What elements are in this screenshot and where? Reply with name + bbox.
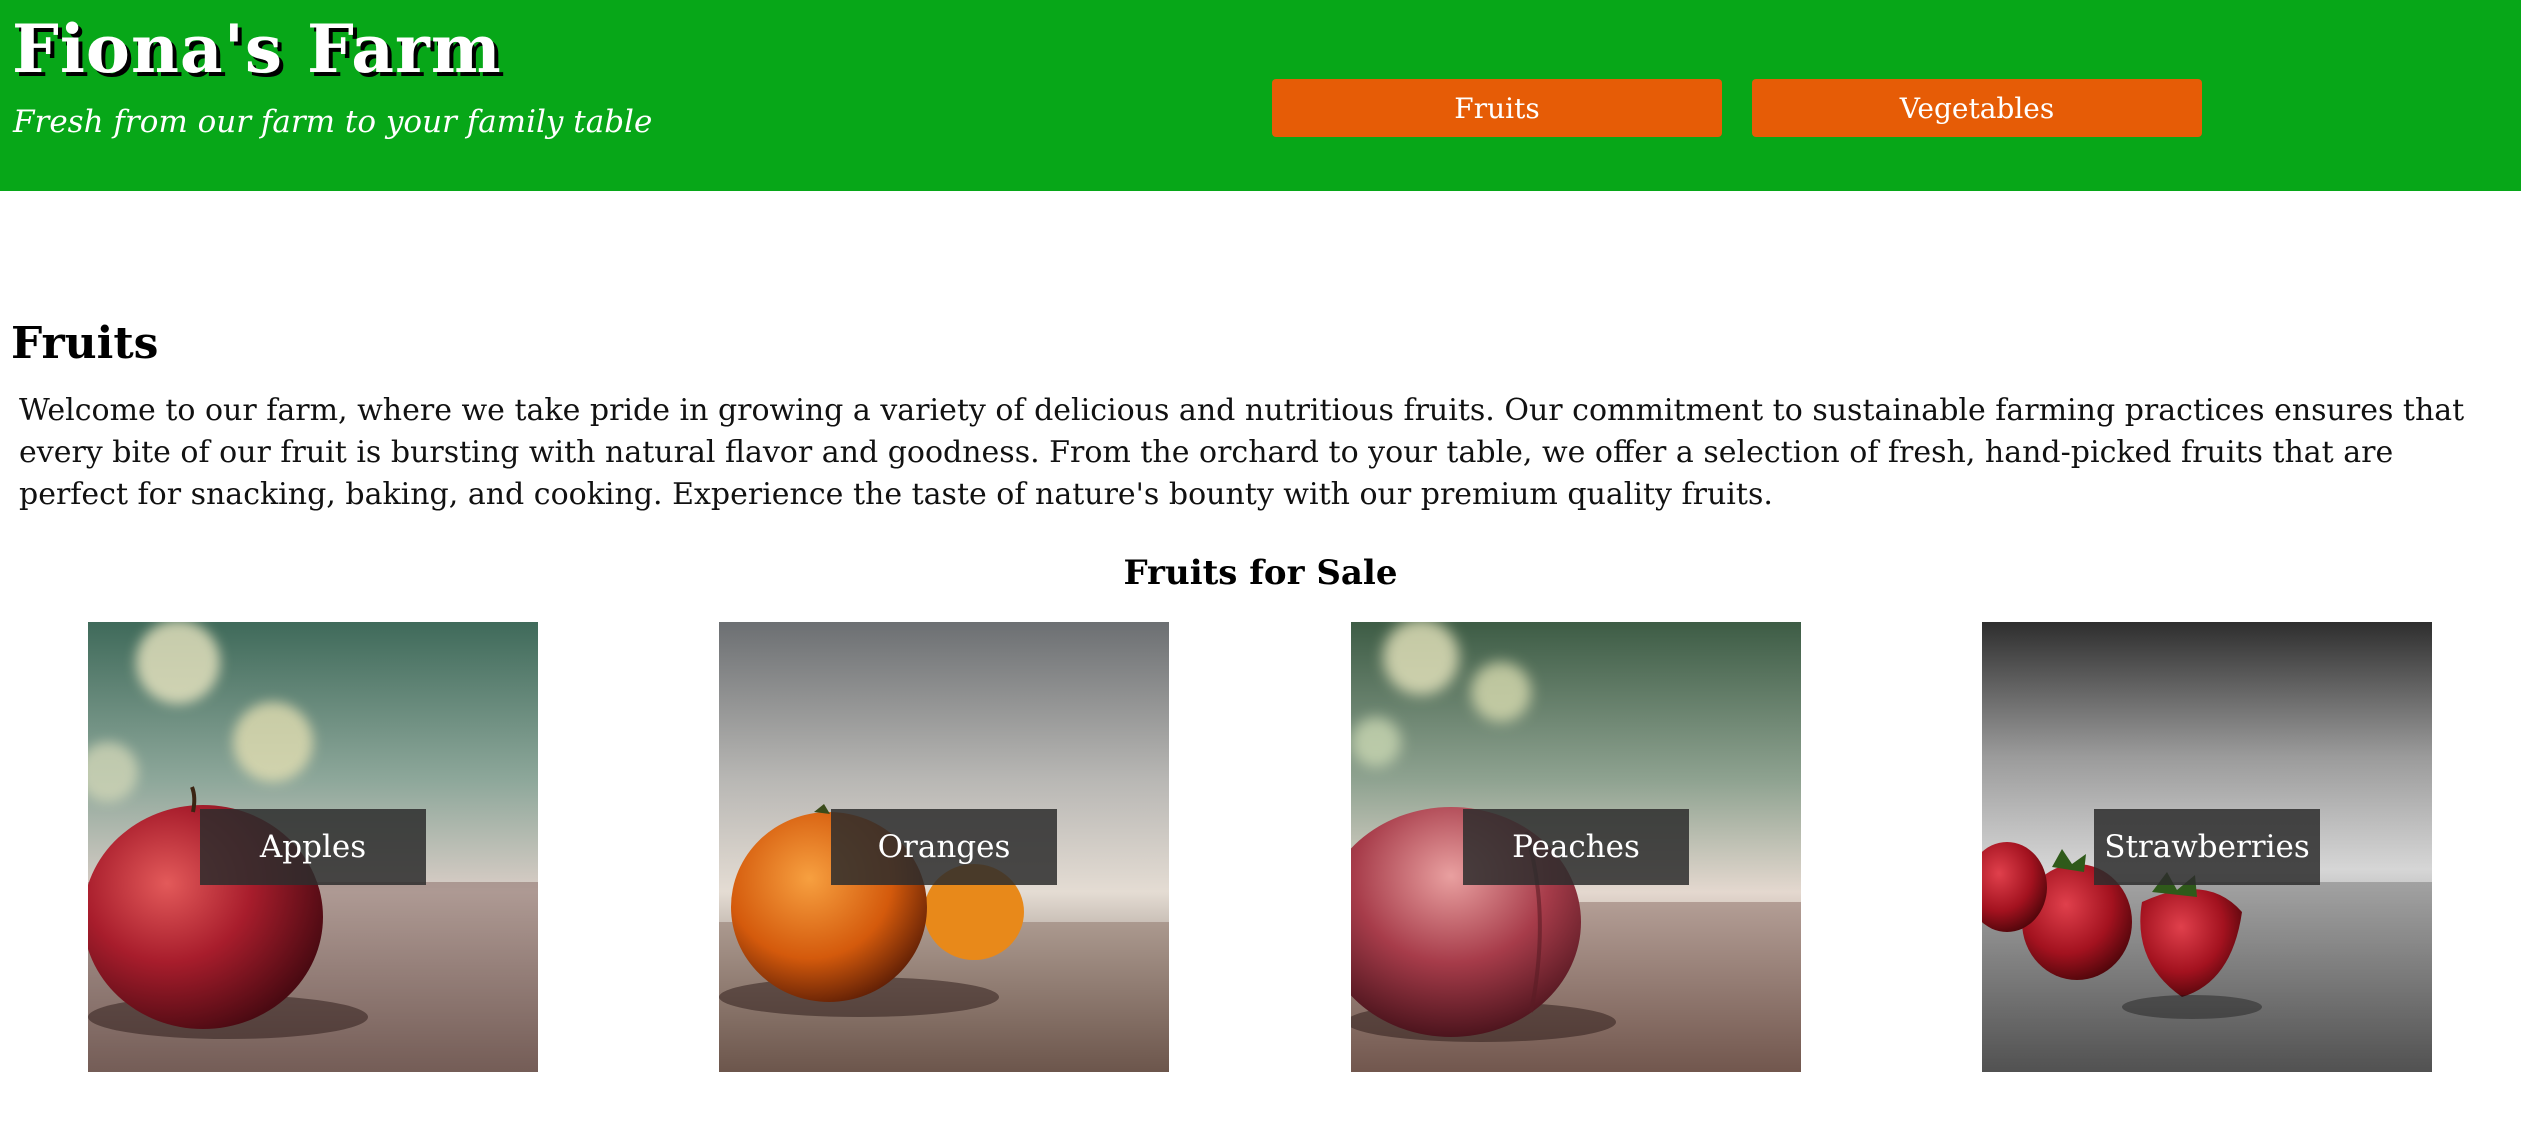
section-title: Fruits [11,318,159,369]
nav-fruits-button[interactable]: Fruits [1272,79,1722,137]
site-header: Fiona's Farm Fresh from our farm to your… [0,0,2521,191]
site-tagline: Fresh from our farm to your family table [13,104,653,140]
products-heading: Fruits for Sale [1123,553,1398,593]
product-label-peaches: Peaches [1463,809,1689,885]
product-card-apples[interactable]: Apples [88,622,538,1072]
product-label-oranges: Oranges [831,809,1057,885]
intro-paragraph: Welcome to our farm, where we take pride… [19,393,2465,512]
product-card-oranges[interactable]: Oranges [719,622,1169,1072]
nav-vegetables-button[interactable]: Vegetables [1752,79,2202,137]
product-label-apples: Apples [200,809,426,885]
product-card-strawberries[interactable]: Strawberries [1982,622,2432,1072]
site-title: Fiona's Farm [12,10,502,88]
product-card-peaches[interactable]: Peaches [1351,622,1801,1072]
product-label-strawberries: Strawberries [2094,809,2320,885]
